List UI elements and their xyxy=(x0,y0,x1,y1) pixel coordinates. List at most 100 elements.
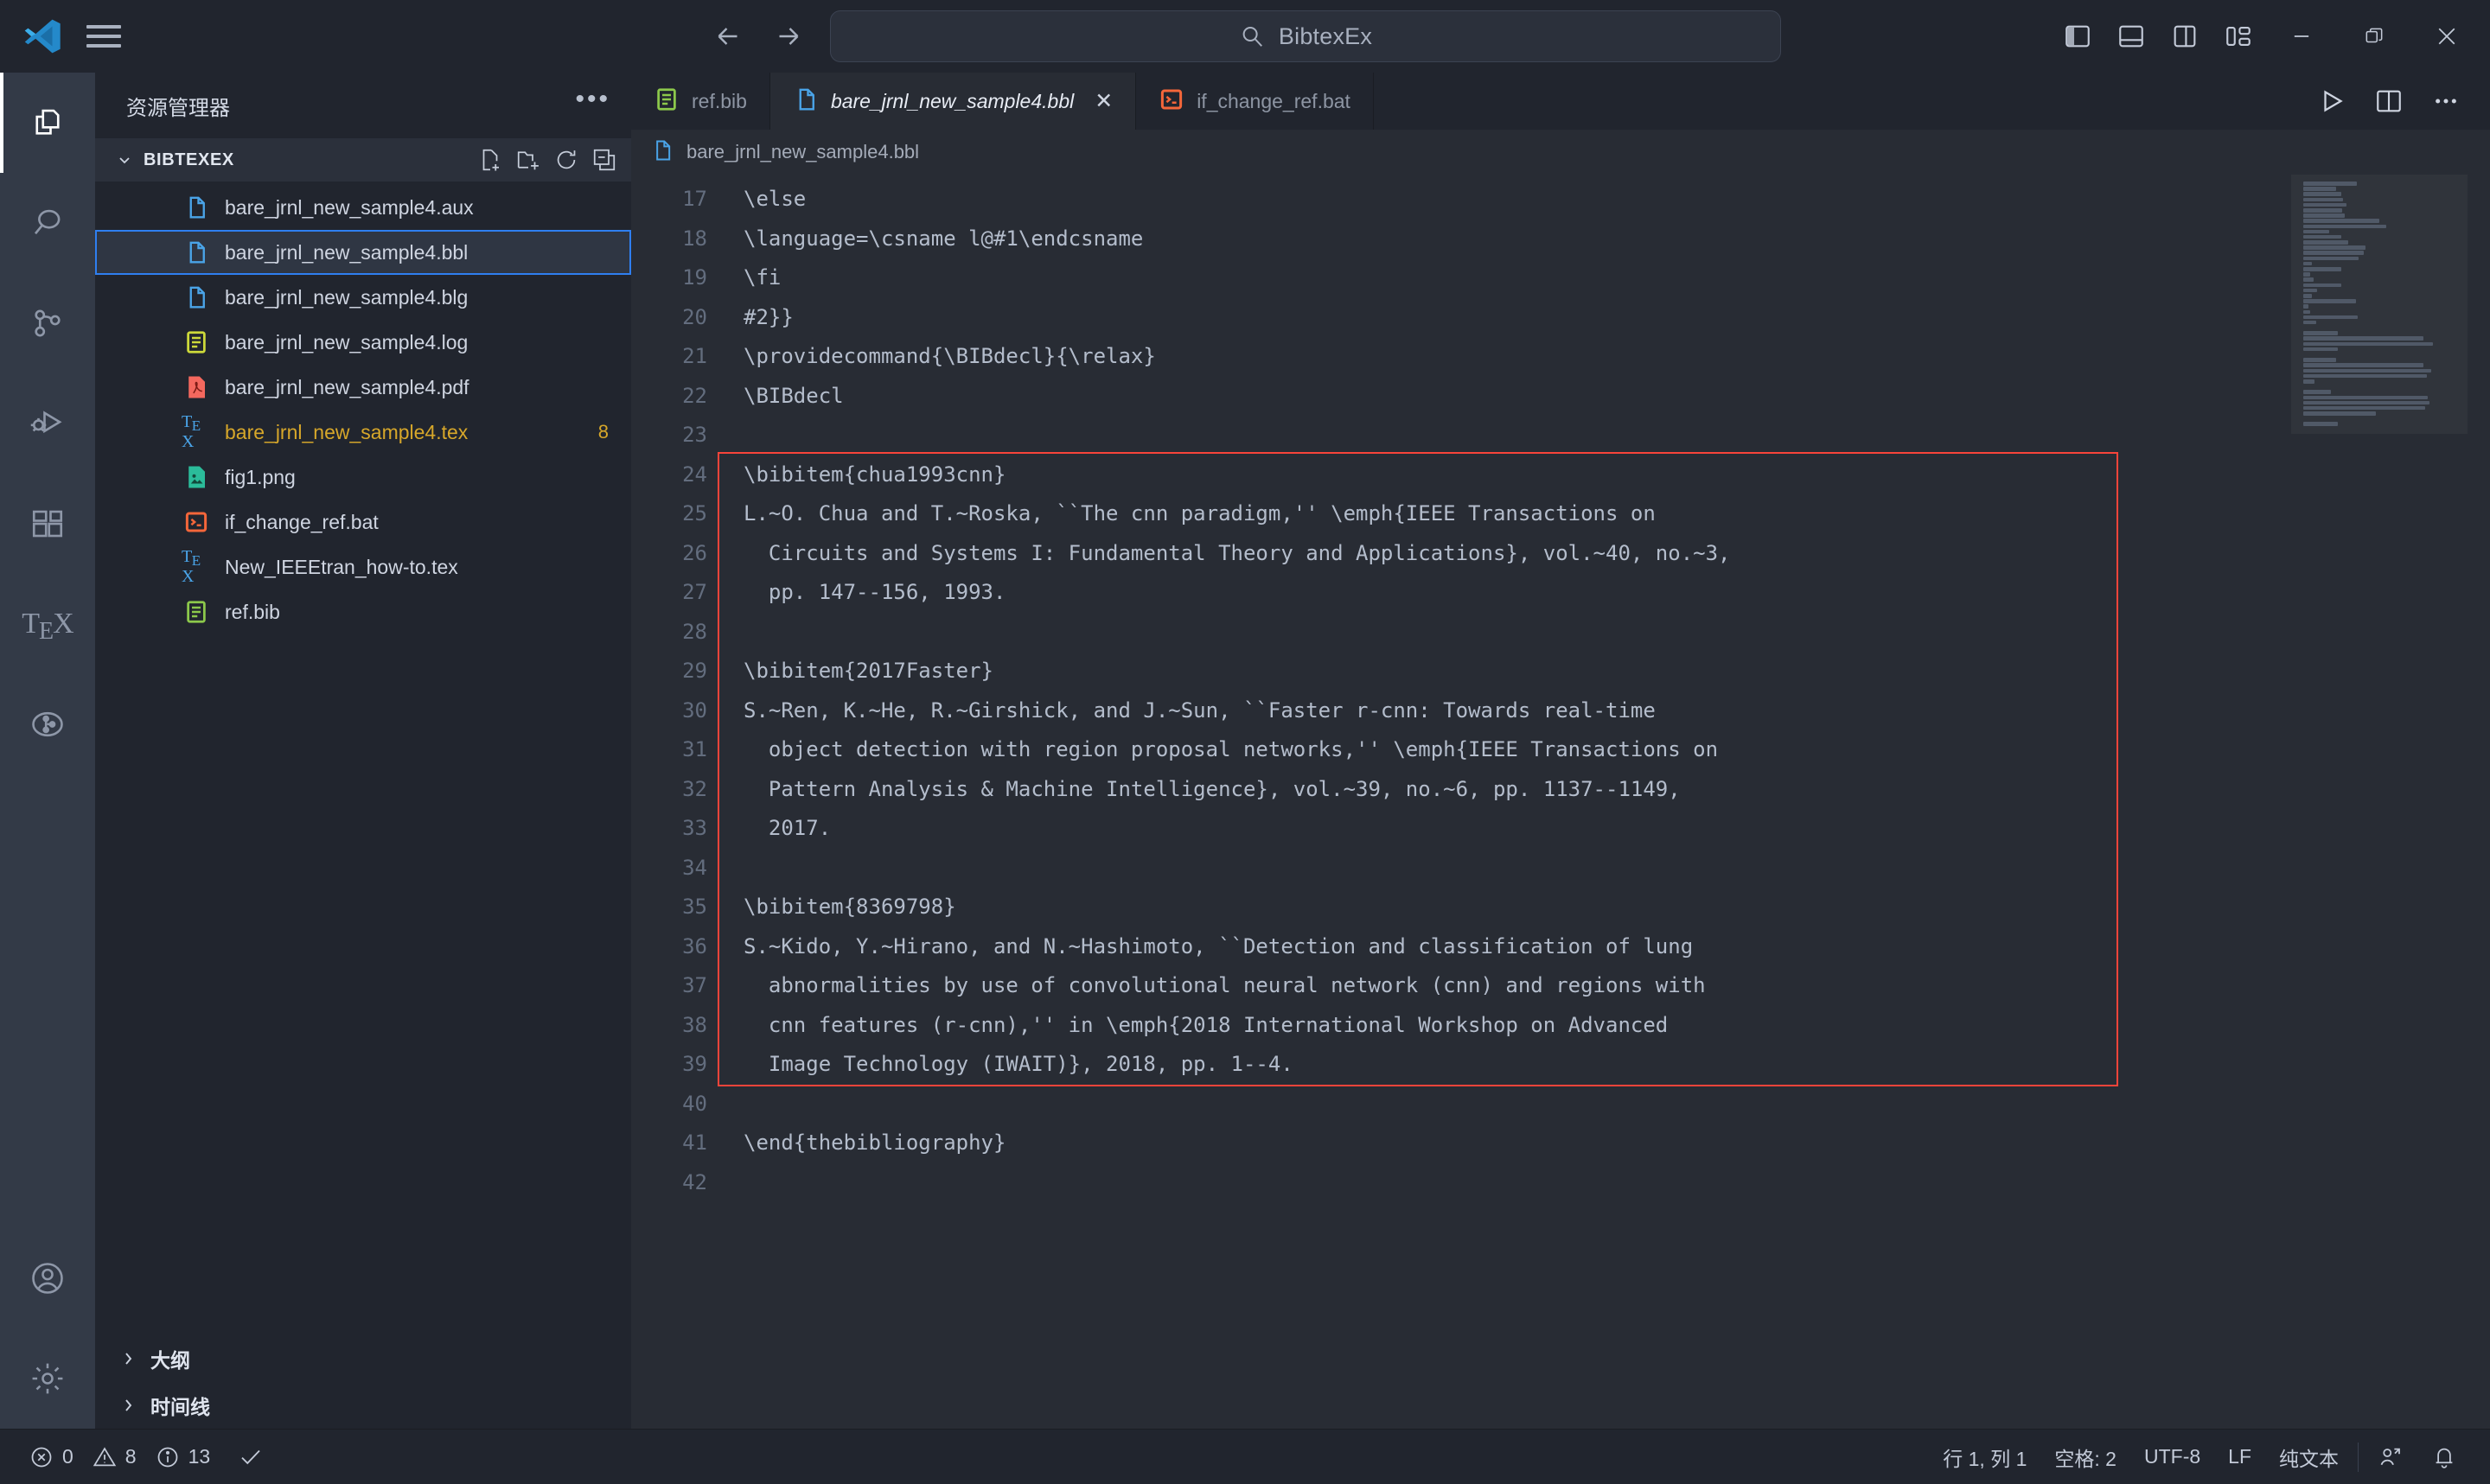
activity-testing[interactable] xyxy=(0,674,95,774)
file-tree-item[interactable]: ref.bib xyxy=(95,589,631,634)
status-indentation[interactable]: 空格: 2 xyxy=(2040,1430,2130,1484)
hamburger-menu-icon[interactable] xyxy=(86,22,121,50)
explorer-folder-name: BIBTEXEX xyxy=(144,150,234,169)
status-remote-indicator[interactable] xyxy=(2364,1430,2417,1484)
breadcrumb[interactable]: bare_jrnl_new_sample4.bbl xyxy=(631,130,2490,175)
timeline-section[interactable]: 时间线 xyxy=(95,1382,631,1429)
status-cursor-position[interactable]: 行 1, 列 1 xyxy=(1929,1430,2040,1484)
code-line[interactable]: \else xyxy=(726,180,2291,220)
code-scroll-area[interactable]: 17 18 19 20 21 22 23 24 25 26 27 28 29 30 31 32 33 34 35 36… xyxy=(631,175,2291,1429)
code-line[interactable]: 2017. xyxy=(726,809,2291,849)
code-line[interactable]: pp. 147--156, 1993. xyxy=(726,573,2291,613)
status-check[interactable] xyxy=(224,1430,278,1484)
code-line[interactable]: \bibitem{chua1993cnn} xyxy=(726,455,2291,495)
code-line[interactable]: S.~Kido, Y.~Hirano, and N.~Hashimoto, ``… xyxy=(726,927,2291,967)
file-tree-item[interactable]: bare_jrnl_new_sample4.pdf xyxy=(95,365,631,410)
search-input[interactable]: BibtexEx xyxy=(830,10,1781,62)
status-warnings-value: 8 xyxy=(124,1445,137,1468)
refresh-icon[interactable] xyxy=(553,147,579,173)
file-tree-item[interactable]: bare_jrnl_new_sample4.bbl xyxy=(95,230,631,275)
file-tree-item[interactable]: bare_jrnl_new_sample4.aux xyxy=(95,185,631,230)
chevron-right-icon xyxy=(118,1395,138,1416)
minimap[interactable] xyxy=(2291,175,2490,1429)
code-line[interactable]: \bibitem{2017Faster} xyxy=(726,652,2291,691)
code-line[interactable] xyxy=(726,613,2291,653)
explorer-folder-section-header[interactable]: BIBTEXEX xyxy=(95,138,631,182)
editor-tab[interactable]: ref.bib xyxy=(631,73,770,130)
code-line[interactable] xyxy=(726,416,2291,455)
file-tree-item[interactable]: bare_jrnl_new_sample4.log xyxy=(95,320,631,365)
vertical-scrollbar[interactable] xyxy=(2468,175,2490,1429)
editor-tab[interactable]: if_change_ref.bat xyxy=(1136,73,1374,130)
code-line[interactable]: \end{thebibliography} xyxy=(726,1124,2291,1163)
code-line[interactable]: abnormalities by use of convolutional ne… xyxy=(726,966,2291,1006)
activity-accounts[interactable] xyxy=(0,1228,95,1328)
new-file-icon[interactable] xyxy=(477,147,503,173)
code-lines[interactable]: \else \language=\csname l@#1\endcsname \fi… xyxy=(726,180,2291,1202)
toggle-primary-sidebar-icon[interactable] xyxy=(2051,10,2104,62)
status-encoding[interactable]: UTF-8 xyxy=(2130,1430,2214,1484)
file-tree-item[interactable]: bare_jrnl_new_sample4.blg xyxy=(95,275,631,320)
file-tree-item-label: bare_jrnl_new_sample4.blg xyxy=(225,285,469,309)
code-line[interactable] xyxy=(726,1163,2291,1203)
code-line[interactable]: S.~Ren, K.~He, R.~Girshick, and J.~Sun, … xyxy=(726,691,2291,731)
code-line[interactable]: \fi xyxy=(726,258,2291,298)
code-line[interactable]: Image Technology (IWAIT)}, 2018, pp. 1--… xyxy=(726,1045,2291,1085)
minimap-line xyxy=(2303,245,2366,250)
search-icon xyxy=(1242,27,1262,47)
status-language-mode[interactable]: 纯文本 xyxy=(2265,1430,2353,1484)
split-editor-right-icon[interactable] xyxy=(2366,78,2412,124)
activity-extensions[interactable] xyxy=(0,474,95,574)
close-button[interactable] xyxy=(2410,0,2483,73)
editor-tab[interactable]: bare_jrnl_new_sample4.bbl ✕ xyxy=(769,73,1137,130)
status-eol[interactable]: LF xyxy=(2214,1430,2265,1484)
code-line[interactable] xyxy=(726,849,2291,888)
minimap-line xyxy=(2303,267,2341,271)
activity-settings[interactable] xyxy=(0,1328,95,1429)
sidebar-more-actions-icon[interactable]: ••• xyxy=(575,86,610,124)
minimize-button[interactable] xyxy=(2265,0,2338,73)
file-tree-item[interactable]: fig1.png xyxy=(95,455,631,500)
close-icon[interactable]: ✕ xyxy=(1095,90,1113,112)
minimap-line xyxy=(2303,368,2432,373)
new-folder-icon[interactable] xyxy=(515,147,541,173)
code-line[interactable]: \bibitem{8369798} xyxy=(726,888,2291,927)
code-line[interactable]: Circuits and Systems I: Fundamental Theo… xyxy=(726,534,2291,574)
file-tree-item[interactable]: TEX New_IEEEtran_how-to.tex xyxy=(95,545,631,589)
line-number: 39 xyxy=(682,1052,707,1076)
code-line[interactable] xyxy=(726,1085,2291,1124)
customize-layout-icon[interactable] xyxy=(2212,10,2265,62)
line-number: 30 xyxy=(682,697,707,723)
run-file-icon[interactable] xyxy=(2308,78,2355,124)
status-problems[interactable]: 0 8 13 xyxy=(16,1430,224,1484)
code-line[interactable]: Pattern Analysis & Machine Intelligence}… xyxy=(726,770,2291,810)
file-tree-item-label: bare_jrnl_new_sample4.pdf xyxy=(225,375,469,398)
code-line[interactable]: #2}} xyxy=(726,298,2291,338)
vscode-logo xyxy=(24,19,61,54)
code-line[interactable]: \providecommand{\BIBdecl}{\relax} xyxy=(726,337,2291,377)
code-line[interactable]: \language=\csname l@#1\endcsname xyxy=(726,220,2291,259)
file-tree-item[interactable]: TEX bare_jrnl_new_sample4.tex 8 xyxy=(95,410,631,455)
status-notifications[interactable] xyxy=(2417,1430,2471,1484)
toggle-secondary-sidebar-icon[interactable] xyxy=(2158,10,2212,62)
code-line[interactable]: L.~O. Chua and T.~Roska, ``The cnn parad… xyxy=(726,494,2291,534)
code-line[interactable]: \BIBdecl xyxy=(726,377,2291,417)
activity-run-debug[interactable] xyxy=(0,373,95,474)
activity-latex[interactable]: TEX xyxy=(0,574,95,674)
code-line[interactable]: cnn features (r-cnn),'' in \emph{2018 In… xyxy=(726,1006,2291,1046)
collapse-all-icon[interactable] xyxy=(591,147,617,173)
code-line[interactable]: object detection with region proposal ne… xyxy=(726,730,2291,770)
line-number: 32 xyxy=(682,776,707,801)
toggle-panel-icon[interactable] xyxy=(2104,10,2158,62)
activity-explorer[interactable] xyxy=(0,73,95,173)
maximize-button[interactable] xyxy=(2338,0,2410,73)
activity-search[interactable] xyxy=(0,173,95,273)
file-tree-item-badge: 8 xyxy=(597,421,609,443)
outline-section[interactable]: 大纲 xyxy=(95,1335,631,1382)
file-tree-item[interactable]: if_change_ref.bat xyxy=(95,500,631,545)
editor-more-actions-icon[interactable] xyxy=(2423,78,2469,124)
activity-source-control[interactable] xyxy=(0,273,95,373)
line-number: 19 xyxy=(682,265,707,290)
arrow-right-icon[interactable] xyxy=(769,17,808,55)
arrow-left-icon[interactable] xyxy=(709,17,747,55)
